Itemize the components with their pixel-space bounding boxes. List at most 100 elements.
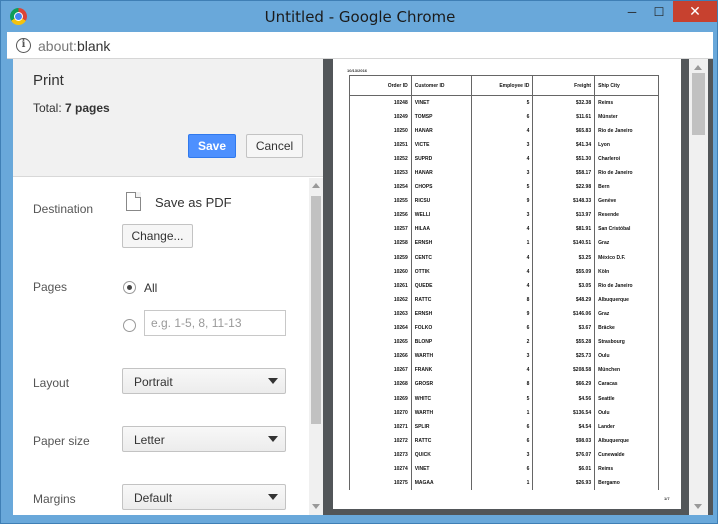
table-cell: $51.30: [532, 151, 596, 166]
table-cell: Albuquerque: [594, 433, 659, 448]
pages-custom-radio[interactable]: [123, 319, 136, 332]
destination-value: Save as PDF: [155, 195, 232, 210]
table-row: 10255 RICSU 9 $148.33 Genève: [349, 194, 659, 209]
table-cell: Rio de Janeiro: [594, 165, 659, 181]
table-cell: CENTC: [410, 250, 472, 265]
scrollbar-thumb[interactable]: [311, 196, 321, 424]
table-row: 10264 FOLKO 6 $3.67 Bräcke: [349, 321, 659, 336]
table-row: 10270 WARTH 1 $136.54 Oulu: [349, 405, 659, 420]
table-cell: Münster: [594, 109, 659, 124]
table-cell: 10255: [349, 194, 412, 209]
save-button[interactable]: Save: [188, 134, 236, 158]
table-cell: $41.34: [532, 137, 596, 152]
table-cell: 10252: [349, 151, 412, 166]
table-row: 10274 VINET 6 $6.01 Reims: [349, 461, 659, 477]
table-cell: 9: [470, 306, 534, 321]
table-cell: MAGAA: [410, 476, 472, 491]
url-text[interactable]: about:blank: [38, 38, 110, 54]
table-cell: Rio de Janeiro: [594, 123, 659, 138]
table-cell: Charleroi: [594, 151, 659, 166]
preview-scrollbar[interactable]: [689, 59, 708, 515]
table-row: 10268 GROSR 8 $66.29 Caracas: [349, 377, 659, 392]
address-bar[interactable]: i about:blank: [7, 32, 713, 59]
table-cell: 4: [470, 278, 534, 293]
chevron-down-icon: [268, 378, 278, 384]
table-cell: 10261: [349, 278, 412, 293]
margins-select[interactable]: Default: [122, 484, 286, 510]
maximize-button[interactable]: ☐: [646, 1, 672, 22]
table-row: 10265 BLONP 2 $55.28 Strasbourg: [349, 335, 659, 350]
cancel-button[interactable]: Cancel: [246, 134, 303, 158]
scroll-up-icon[interactable]: [312, 183, 320, 188]
settings-scrollbar[interactable]: [309, 178, 323, 515]
table-cell: GROSR: [410, 377, 472, 392]
page-number: 1/7: [664, 496, 670, 501]
scroll-up-icon[interactable]: [694, 65, 702, 70]
table-cell: 4: [470, 222, 534, 237]
layout-select[interactable]: Portrait: [122, 368, 286, 394]
table-row: 10261 QUEDE 4 $3.05 Rio de Janeiro: [349, 278, 659, 293]
scroll-down-icon[interactable]: [694, 504, 702, 509]
table-cell: 10254: [349, 180, 412, 195]
table-cell: BLONP: [410, 335, 472, 350]
table-cell: $65.83: [532, 123, 596, 138]
table-cell: 3: [470, 208, 534, 223]
table-cell: 10251: [349, 137, 412, 152]
table-cell: $6.01: [532, 461, 596, 477]
table-row: 10266 WARTH 3 $25.73 Oulu: [349, 349, 659, 364]
table-cell: $136.54: [532, 405, 596, 420]
table-cell: 1: [470, 236, 534, 251]
table-cell: RATTC: [410, 433, 472, 448]
paper-size-value: Letter: [134, 433, 165, 447]
table-cell: 10248: [349, 95, 412, 110]
table-cell: 3: [470, 349, 534, 364]
table-cell: 10271: [349, 419, 412, 434]
table-cell: México D.F.: [594, 250, 659, 265]
total-value: 7 pages: [65, 101, 110, 115]
scrollbar-thumb[interactable]: [692, 73, 705, 135]
table-row: 10249 TOMSP 6 $11.61 Münster: [349, 109, 659, 124]
table-cell: $3.67: [532, 321, 596, 336]
table-cell: HANAR: [410, 123, 472, 138]
table-cell: $32.38: [532, 95, 596, 110]
table-cell: QUICK: [410, 447, 472, 462]
title-bar: Untitled - Google Chrome ─ ☐ ✕: [1, 1, 718, 32]
table-cell: ERNSH: [410, 236, 472, 251]
table-cell: 10265: [349, 335, 412, 350]
table-cell: 10274: [349, 461, 412, 477]
table-cell: FOLKO: [410, 321, 472, 336]
table-cell: 10273: [349, 447, 412, 462]
table-cell: ERNSH: [410, 306, 472, 321]
table-cell: Cunewalde: [594, 447, 659, 462]
table-cell: 2: [470, 335, 534, 350]
table-cell: VINET: [410, 461, 472, 477]
pages-all-radio[interactable]: [123, 281, 136, 294]
total-label: Total:: [33, 101, 62, 115]
table-cell: $13.97: [532, 208, 596, 223]
table-cell: München: [594, 363, 659, 378]
pages-label: Pages: [33, 280, 68, 294]
table-row: 10256 WELLI 3 $13.97 Resende: [349, 208, 659, 223]
minimize-button[interactable]: ─: [619, 1, 645, 22]
table-cell: 4: [470, 151, 534, 166]
layout-value: Portrait: [134, 375, 173, 389]
table-cell: Graz: [594, 306, 659, 321]
table-cell: 1: [470, 476, 534, 491]
close-button[interactable]: ✕: [673, 1, 717, 22]
table-cell: $3.05: [532, 278, 596, 293]
table-row: 10259 CENTC 4 $3.25 México D.F.: [349, 250, 659, 265]
table-row: 10271 SPLIR 6 $4.54 Lander: [349, 419, 659, 434]
table-cell: 10262: [349, 292, 412, 307]
change-destination-button[interactable]: Change...: [122, 224, 193, 248]
paper-size-select[interactable]: Letter: [122, 426, 286, 452]
pages-custom-input[interactable]: e.g. 1-5, 8, 11-13: [144, 310, 286, 336]
table-cell: 10275: [349, 476, 412, 491]
table-cell: VICTE: [410, 137, 472, 152]
info-icon[interactable]: i: [16, 38, 31, 53]
table-cell: QUEDE: [410, 278, 472, 293]
table-cell: 6: [470, 433, 534, 448]
table-row: 10250 HANAR 4 $65.83 Rio de Janeiro: [349, 123, 659, 138]
scroll-down-icon[interactable]: [312, 504, 320, 509]
table-cell: 8: [470, 377, 534, 392]
table-cell: 5: [470, 391, 534, 406]
